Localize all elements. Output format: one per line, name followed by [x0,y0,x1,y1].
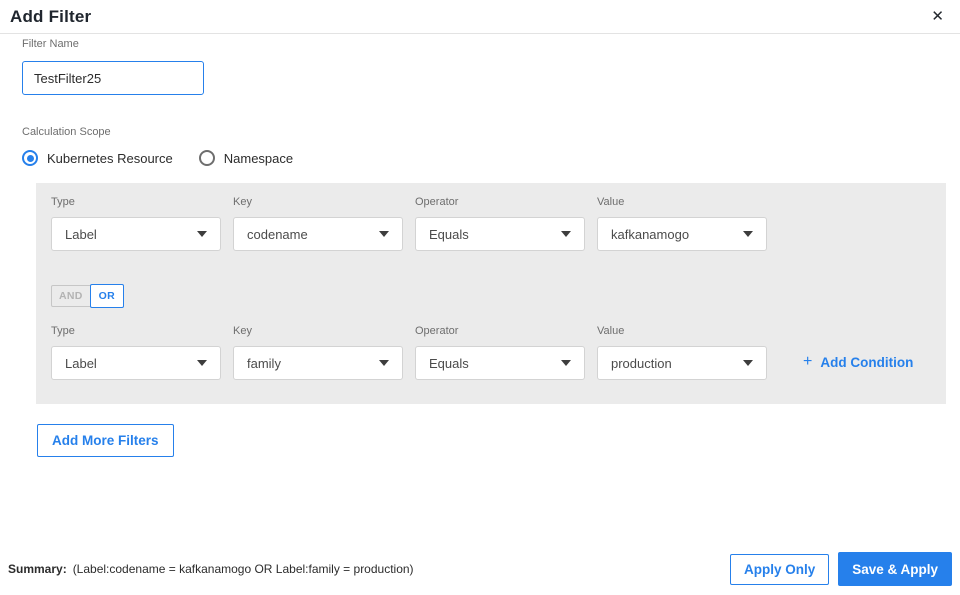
condition-row-1: Type Label Key codename Operator Equals [51,196,931,251]
dialog-footer: Summary: (Label:codename = kafkanamogo OR… [0,552,960,586]
chevron-down-icon [197,360,207,366]
condition-operator-field: Operator Equals [415,196,585,251]
condition-type-field: Type Label [51,196,221,251]
type-dropdown[interactable]: Label [51,217,221,251]
condition-type-field: Type Label [51,325,221,380]
operator-dropdown[interactable]: Equals [415,346,585,380]
filter-name-input[interactable] [22,61,204,95]
key-column-label: Key [233,325,252,337]
footer-actions: Apply Only Save & Apply [729,552,952,586]
condition-value-field: Value kafkanamogo [597,196,767,251]
logic-toggle: AND OR [51,284,125,308]
plus-icon: + [803,353,813,370]
close-icon[interactable]: ✕ [927,5,948,28]
add-more-filters-button[interactable]: Add More Filters [37,424,174,457]
radio-namespace-label: Namespace [223,150,294,166]
or-toggle-button[interactable]: OR [89,284,125,308]
page-title: Add Filter [10,6,92,26]
and-toggle-button[interactable]: AND [51,285,91,307]
key-dropdown-value: codename [247,226,308,242]
key-column-label: Key [233,196,252,208]
condition-value-field: Value production [597,325,767,380]
radio-namespace[interactable]: Namespace [198,150,303,166]
key-dropdown[interactable]: codename [233,217,403,251]
operator-column-label: Operator [415,325,459,337]
add-condition-label: Add Condition [820,354,914,370]
key-dropdown[interactable]: family [233,346,403,380]
radio-unselected-icon[interactable] [198,150,215,166]
type-dropdown-value: Label [65,355,97,371]
apply-only-button[interactable]: Apply Only [729,553,830,585]
chevron-down-icon [197,231,207,237]
dialog-header: Add Filter ✕ [0,0,960,34]
key-dropdown-value: family [247,355,281,371]
condition-row-2: Type Label Key family Operator Equals Va… [51,325,931,380]
value-column-label: Value [597,325,625,337]
value-dropdown-value: kafkanamogo [611,226,690,242]
summary-text: (Label:codename = kafkanamogo OR Label:f… [72,562,414,576]
chevron-down-icon [743,360,753,366]
chevron-down-icon [743,231,753,237]
calculation-scope-label: Calculation Scope [22,126,111,138]
summary-label: Summary: [8,562,67,576]
type-column-label: Type [51,196,75,208]
operator-column-label: Operator [415,196,459,208]
filter-name-label: Filter Name [22,38,79,50]
radio-selected-icon[interactable] [22,150,38,166]
radio-kubernetes-resource[interactable]: Kubernetes Resource [22,150,183,166]
type-column-label: Type [51,325,75,337]
condition-operator-field: Operator Equals [415,325,585,380]
save-and-apply-button[interactable]: Save & Apply [838,552,952,586]
operator-dropdown-value: Equals [429,355,469,371]
conditions-panel: Type Label Key codename Operator Equals [36,183,946,404]
chevron-down-icon [379,360,389,366]
type-dropdown-value: Label [65,226,97,242]
condition-key-field: Key family [233,325,403,380]
chevron-down-icon [379,231,389,237]
dialog-body: Filter Name Calculation Scope Kubernetes… [0,34,960,457]
value-dropdown[interactable]: production [597,346,767,380]
calculation-scope-options: Kubernetes Resource Namespace [22,150,960,166]
condition-key-field: Key codename [233,196,403,251]
value-dropdown[interactable]: kafkanamogo [597,217,767,251]
operator-dropdown-value: Equals [429,226,469,242]
value-dropdown-value: production [611,355,672,371]
chevron-down-icon [561,231,571,237]
chevron-down-icon [561,360,571,366]
filter-summary: Summary: (Label:codename = kafkanamogo OR… [8,562,414,576]
value-column-label: Value [597,196,625,208]
radio-kubernetes-resource-label: Kubernetes Resource [47,150,173,166]
operator-dropdown[interactable]: Equals [415,217,585,251]
type-dropdown[interactable]: Label [51,346,221,380]
add-condition-button[interactable]: + Add Condition [803,353,913,371]
